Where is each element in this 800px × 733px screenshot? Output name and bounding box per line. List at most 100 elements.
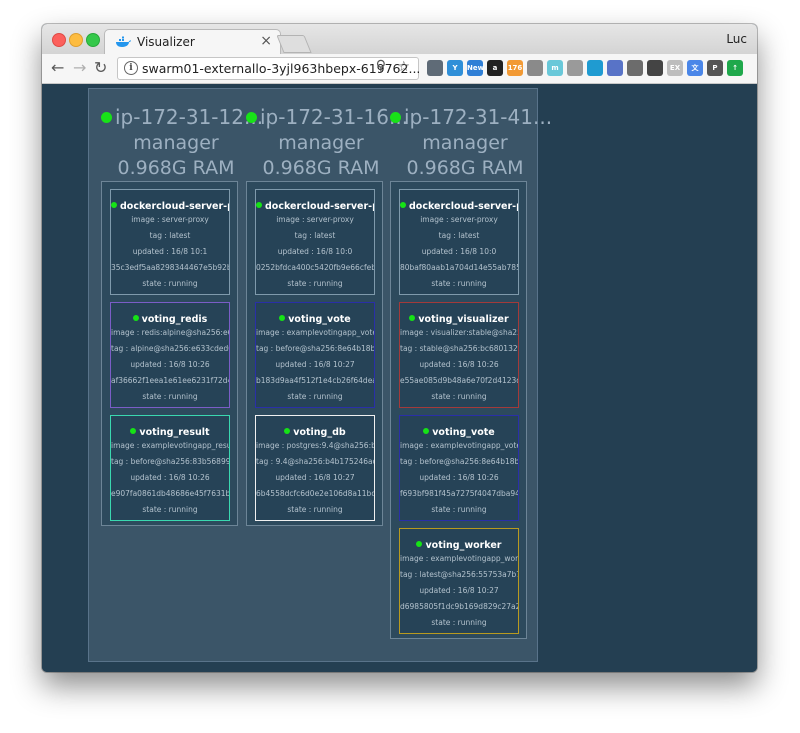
bookmark-star-icon[interactable]: ☆ — [397, 59, 410, 75]
service-card[interactable]: voting_voteimage : examplevotingapp_vote… — [255, 302, 375, 408]
service-card[interactable]: voting_worker image : examplevotingapp_wo… — [399, 528, 519, 634]
service-state: state : running — [287, 279, 343, 288]
browser-toolbar: ← → ↻ i swarm01-externallo-3yjl963hbepx-… — [42, 54, 757, 84]
tab-close-icon[interactable]: × — [260, 33, 272, 49]
info-icon[interactable]: i — [124, 61, 138, 75]
service-id: 0252bfdca400c5420fb9e66cfeb6070 — [256, 263, 375, 272]
close-window-button[interactable] — [52, 33, 66, 47]
node-role: manager — [133, 132, 219, 154]
service-state: state : running — [431, 392, 487, 401]
y-extension-icon[interactable]: Y — [447, 60, 463, 76]
reload-icon[interactable]: ↻ — [94, 58, 107, 78]
service-card[interactable]: dockercloud-server-proxy image : server-p… — [110, 189, 230, 295]
address-bar[interactable]: i swarm01-externallo-3yjl963hbepx-619762… — [117, 57, 420, 80]
green-arrow-icon[interactable]: ↑ — [727, 60, 743, 76]
node-name-text: ip-172-31-12... — [115, 105, 264, 129]
service-id: 80baf80aab1a704d14e55ab785c45f — [400, 263, 519, 272]
service-name-text: voting_vote — [288, 314, 351, 325]
service-card[interactable]: voting_visualizer image : visualizer:stab… — [399, 302, 519, 408]
service-status-dot-icon — [284, 428, 291, 434]
minimize-window-button[interactable] — [69, 33, 83, 47]
profile-name[interactable]: Luc — [726, 32, 747, 46]
service-card[interactable]: dockercloud-server-proxy image : server-p… — [399, 189, 519, 295]
service-updated: updated : 16/8 10:1 — [132, 247, 208, 256]
brain-icon[interactable] — [627, 60, 643, 76]
service-image: image : examplevotingapp_vote:befo — [400, 441, 518, 450]
service-id: e55ae085d9b48a6e70f2d4123d7784 — [400, 376, 518, 385]
feed-176-icon[interactable]: 176 — [507, 60, 523, 76]
service-name: dockercloud-server-proxy — [111, 201, 229, 212]
swarm-cluster: ip-172-31-12... manager 0.968G RAM dockercl… — [88, 88, 552, 662]
service-tag: tag : stable@sha256:bc680132f772c — [400, 344, 518, 353]
service-card[interactable]: voting_redis image : redis:alpine@sha256:… — [110, 302, 230, 408]
pocket-icon[interactable] — [647, 60, 663, 76]
m-extension-icon[interactable]: m — [547, 60, 563, 76]
service-status-dot-icon — [400, 202, 406, 208]
service-name-text: voting_worker — [425, 540, 502, 551]
service-card[interactable]: voting_voteimage : examplevotingapp_vote… — [399, 415, 519, 521]
service-name: dockercloud-server-proxy — [400, 201, 518, 212]
service-tag: tag : latest@sha256:55753a7b7872d — [400, 570, 518, 579]
cast-icon[interactable] — [427, 60, 443, 76]
back-arrow-icon[interactable]: ← — [51, 58, 64, 78]
service-state: state : running — [142, 505, 198, 514]
service-status-dot-icon — [130, 428, 137, 434]
service-status-dot-icon — [279, 315, 286, 321]
node-name-text: ip-172-31-16... — [260, 105, 409, 129]
node-role: manager — [422, 132, 508, 154]
service-name-text: voting_redis — [141, 314, 208, 325]
service-card[interactable]: dockercloud-server-proxy image : server-p… — [255, 189, 375, 295]
service-name-text: voting_db — [293, 427, 346, 438]
service-id: 6b4558dcfc6d0e2e106d8a11bdf27e — [256, 489, 375, 498]
service-status-dot-icon — [423, 428, 430, 434]
service-name: voting_result — [111, 427, 229, 438]
service-updated: updated : 16/8 10:0 — [421, 247, 497, 256]
new-badge-icon[interactable]: New — [467, 60, 484, 76]
service-name-text: dockercloud-server-proxy — [265, 201, 374, 212]
service-image: image : examplevotingapp_vote:befo — [256, 328, 374, 337]
service-tag: tag : before@sha256:8e64b18b2c87c — [400, 457, 519, 466]
service-name: voting_vote — [256, 314, 374, 325]
service-state: state : running — [142, 392, 198, 401]
ex-extension-icon[interactable]: EX — [667, 60, 683, 76]
new-tab-button[interactable] — [276, 35, 312, 53]
node-status-dot-icon — [101, 112, 112, 123]
node-status-dot-icon — [246, 112, 257, 123]
service-updated: updated : 16/8 10:26 — [419, 360, 499, 369]
service-status-dot-icon — [256, 202, 262, 208]
service-image: image : server-proxy — [276, 215, 354, 224]
service-image: image : server-proxy — [131, 215, 209, 224]
grey-square-icon[interactable] — [527, 60, 543, 76]
service-status-dot-icon — [409, 315, 416, 321]
service-tag: tag : alpine@sha256:e633cded055a1 — [111, 344, 229, 353]
tab-strip: Visualizer × Luc — [42, 24, 757, 55]
service-id: af36662f1eea1e61ee6231f72d409e3 — [111, 376, 229, 385]
maximize-window-button[interactable] — [86, 33, 100, 47]
tab-visualizer[interactable]: Visualizer × — [104, 29, 281, 55]
search-icon[interactable]: ⚲ — [376, 58, 386, 74]
node-container-list: dockercloud-server-proxy image : server-p… — [390, 181, 527, 639]
service-tag: tag : before@sha256:8e64b18b2c87c — [256, 344, 375, 353]
service-state: state : running — [431, 618, 487, 627]
service-id: 35c3edf5aa8298344467e5b92b3847 — [111, 263, 230, 272]
blue-ball-icon[interactable] — [607, 60, 623, 76]
service-state: state : running — [142, 279, 198, 288]
service-state: state : running — [431, 505, 487, 514]
drive-icon[interactable] — [567, 60, 583, 76]
service-name: voting_db — [256, 427, 374, 438]
service-tag: tag : before@sha256:83b568996e93 — [111, 457, 230, 466]
service-tag: tag : latest — [294, 231, 336, 240]
amazon-icon[interactable]: a — [487, 60, 503, 76]
service-name: voting_worker — [400, 540, 518, 551]
swirl-extension-icon[interactable] — [587, 60, 603, 76]
service-tag: tag : latest — [438, 231, 480, 240]
tab-title: Visualizer — [137, 35, 195, 49]
service-status-dot-icon — [132, 315, 139, 321]
service-updated: updated : 16/8 10:27 — [419, 586, 499, 595]
service-card[interactable]: voting_dbimage : postgres:9.4@sha256:b4b… — [255, 415, 375, 521]
forward-arrow-icon[interactable]: → — [73, 58, 86, 78]
service-card[interactable]: voting_result image : examplevotingapp_re… — [110, 415, 230, 521]
service-updated: updated : 16/8 10:26 — [130, 360, 210, 369]
p-extension-icon[interactable]: P — [707, 60, 723, 76]
translate-icon[interactable]: 文 — [687, 60, 703, 76]
